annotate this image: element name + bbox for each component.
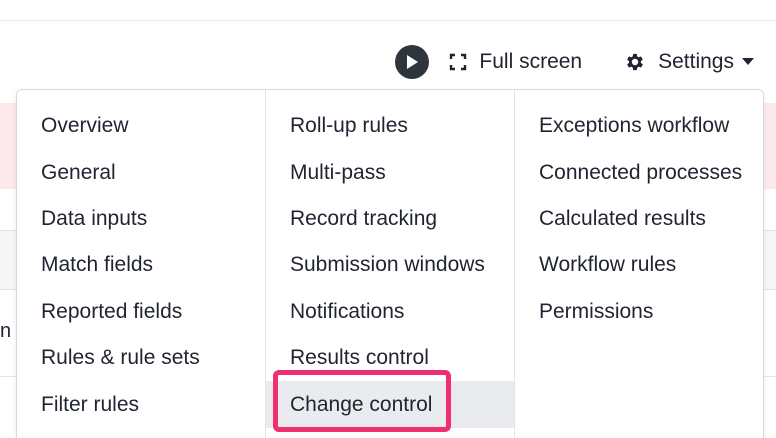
toolbar: Full screen Settings xyxy=(395,44,754,80)
menu-item-general[interactable]: General xyxy=(17,149,265,195)
menu-item-submission-windows[interactable]: Submission windows xyxy=(266,242,514,288)
menu-item-label: Record tracking xyxy=(290,206,438,230)
menu-item-label: Workflow rules xyxy=(539,253,677,277)
menu-item-results-control[interactable]: Results control xyxy=(266,335,514,381)
menu-item-exceptions-workflow[interactable]: Exceptions workflow xyxy=(515,103,763,149)
settings-label: Settings xyxy=(658,50,734,73)
fullscreen-button[interactable]: Full screen xyxy=(449,50,582,74)
menu-item-label: Match fields xyxy=(41,253,154,277)
menu-column-3: Exceptions workflow Connected processes … xyxy=(514,90,763,438)
menu-item-label: Permissions xyxy=(539,299,654,323)
menu-item-calculated-results[interactable]: Calculated results xyxy=(515,196,763,242)
header-divider xyxy=(0,20,776,21)
menu-item-change-control[interactable]: Change control xyxy=(266,370,514,433)
menu-item-label: Exceptions workflow xyxy=(539,114,730,138)
fullscreen-icon xyxy=(449,53,467,71)
menu-item-match-fields[interactable]: Match fields xyxy=(17,242,265,288)
menu-item-label: Results control xyxy=(290,346,429,370)
menu-item-label: Multi-pass xyxy=(290,160,386,184)
menu-item-label: Roll-up rules xyxy=(290,114,408,138)
menu-item-data-inputs[interactable]: Data inputs xyxy=(17,196,265,242)
menu-item-overview[interactable]: Overview xyxy=(17,103,265,149)
menu-item-label: Calculated results xyxy=(539,206,706,230)
menu-item-label: General xyxy=(41,160,116,184)
menu-item-label: Change control xyxy=(290,392,433,416)
menu-item-label: Connected processes xyxy=(539,160,743,184)
menu-column-2: Roll-up rules Multi-pass Record tracking… xyxy=(265,90,514,438)
menu-item-workflow-rules[interactable]: Workflow rules xyxy=(515,242,763,288)
menu-item-notifications[interactable]: Notifications xyxy=(266,289,514,335)
menu-column-1: Overview General Data inputs Match field… xyxy=(17,90,265,438)
menu-item-label: Filter rules xyxy=(41,392,140,416)
menu-item-label: Reported fields xyxy=(41,299,183,323)
play-button[interactable] xyxy=(395,45,430,79)
menu-item-reported-fields[interactable]: Reported fields xyxy=(17,289,265,335)
settings-dropdown-menu: Overview General Data inputs Match field… xyxy=(16,89,764,438)
play-icon xyxy=(407,55,419,69)
menu-item-label: Notifications xyxy=(290,299,405,323)
page: n Full screen Settings Overview General … xyxy=(0,0,776,438)
background-text-fragment: n xyxy=(0,320,12,342)
menu-item-rules-and-rule-sets[interactable]: Rules & rule sets xyxy=(17,335,265,381)
menu-item-filter-rules[interactable]: Filter rules xyxy=(17,381,265,427)
menu-item-label: Data inputs xyxy=(41,206,148,230)
menu-item-connected-processes[interactable]: Connected processes xyxy=(515,149,763,195)
menu-item-multi-pass[interactable]: Multi-pass xyxy=(266,149,514,195)
caret-down-icon xyxy=(742,58,754,66)
menu-item-label: Overview xyxy=(41,114,129,138)
menu-item-record-tracking[interactable]: Record tracking xyxy=(266,196,514,242)
menu-item-label: Rules & rule sets xyxy=(41,346,200,370)
menu-item-permissions[interactable]: Permissions xyxy=(515,289,763,335)
settings-button[interactable]: Settings xyxy=(624,50,754,74)
menu-item-roll-up-rules[interactable]: Roll-up rules xyxy=(266,103,514,149)
menu-item-label: Submission windows xyxy=(290,253,485,277)
gear-icon xyxy=(624,51,646,73)
fullscreen-label: Full screen xyxy=(479,50,583,73)
